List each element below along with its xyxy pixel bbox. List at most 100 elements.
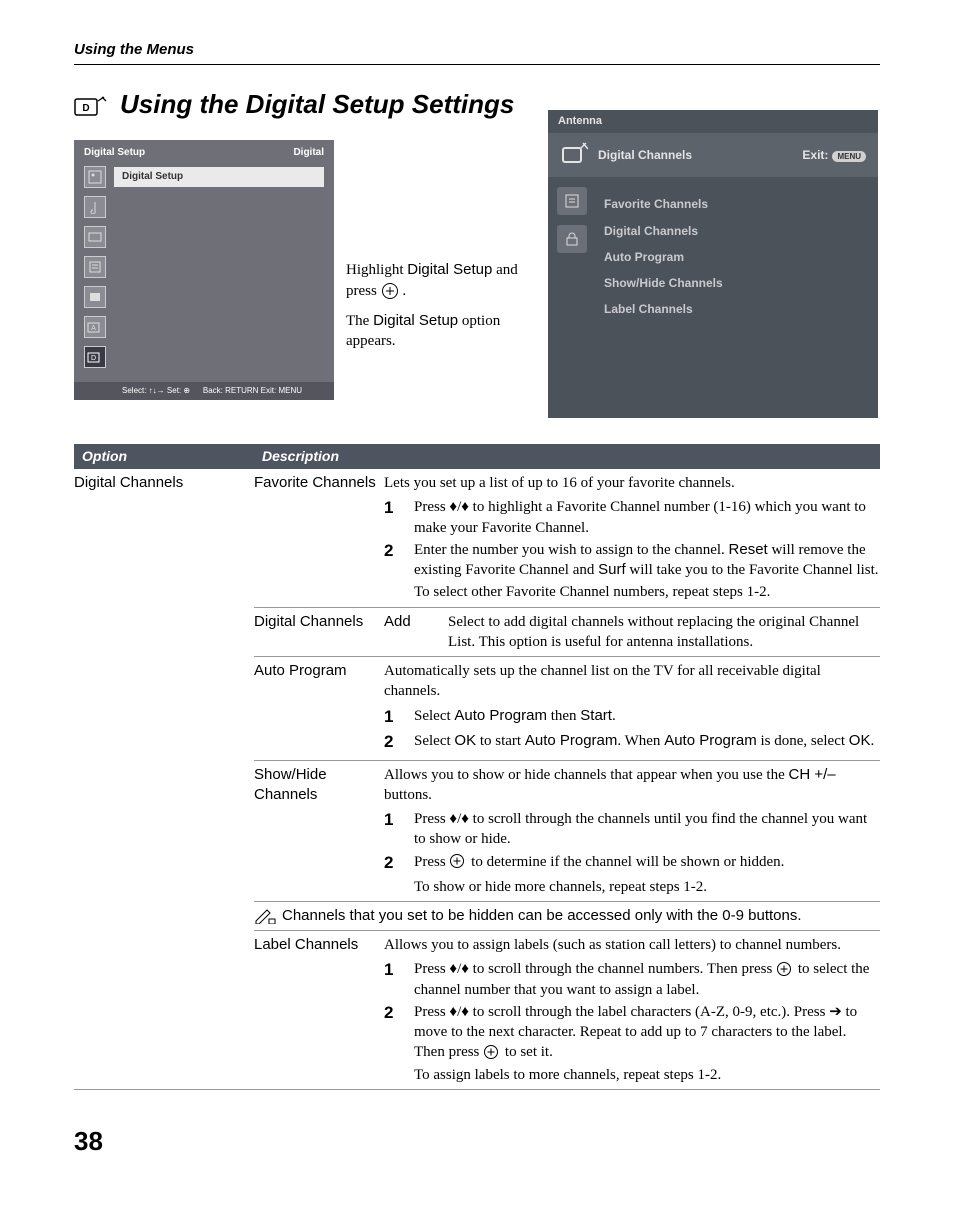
top-illustration-area: Digital Setup Digital Digital Setup A D …	[74, 140, 880, 418]
t: Auto Program	[664, 732, 757, 749]
label-step2: Press ♦/♦ to scroll through the label ch…	[414, 1002, 880, 1063]
osd-icon-sound	[84, 196, 106, 218]
t: Start	[580, 707, 612, 724]
osd-icon-digital: D	[84, 346, 106, 368]
step-num: 1	[384, 959, 400, 1000]
t: Enter the number you wish to assign to t…	[414, 542, 729, 558]
sub-title-digital: Digital Channels	[254, 608, 384, 657]
enter-icon	[381, 282, 399, 300]
antenna-menu-list: Favorite Channels Digital Channels Auto …	[596, 177, 731, 336]
t: .	[870, 733, 874, 749]
t: . When	[617, 733, 664, 749]
digital-setup-osd: Digital Setup Digital Digital Setup A D …	[74, 140, 334, 400]
auto-intro: Automatically sets up the channel list o…	[384, 661, 880, 702]
t: to determine if the channel will be show…	[467, 854, 784, 870]
showhide-step1: Press ♦/♦ to scroll through the channels…	[414, 809, 880, 850]
add-label: Add	[384, 612, 436, 653]
osd-footer-right: Back: RETURN Exit: MENU	[203, 386, 302, 397]
table-header: Option Description	[74, 444, 880, 469]
step-num: 2	[384, 540, 400, 581]
option-spacer	[74, 931, 254, 1089]
t: .	[612, 708, 616, 724]
instr-p1d: .	[399, 283, 407, 299]
section-header: Using the Menus	[74, 40, 880, 65]
t: is done, select	[757, 733, 849, 749]
svg-text:A: A	[91, 325, 96, 332]
favorite-step1: Press ♦/♦ to highlight a Favorite Channe…	[414, 497, 880, 538]
t: Press ♦/♦ to scroll through the label ch…	[414, 1004, 857, 1061]
osd-footer-left: Select: ↑↓→ Set: ⊕	[122, 386, 190, 397]
sub-label-channels: Label Channels Allows you to assign labe…	[254, 931, 880, 1089]
step-num: 1	[384, 809, 400, 850]
svg-text:D: D	[82, 103, 89, 114]
favorite-after: To select other Favorite Channel numbers…	[414, 582, 880, 602]
note-row: Channels that you set to be hidden can b…	[254, 901, 880, 931]
showhide-step2: Press to determine if the channel will b…	[414, 852, 880, 875]
antenna-exit-label: Exit:	[802, 148, 828, 162]
antenna-osd: Antenna Digital Channels Exit: MENU Favor…	[548, 110, 878, 418]
antenna-item-3: Show/Hide Channels	[604, 270, 723, 296]
options-table: Option Description Digital Channels Favo…	[74, 444, 880, 1089]
sub-title-label: Label Channels	[254, 931, 384, 1089]
instr-p2a: The	[346, 313, 373, 329]
antenna-item-4: Label Channels	[604, 296, 723, 322]
instr-p1b: Digital Setup	[407, 261, 492, 278]
antenna-item-1: Digital Channels	[604, 218, 723, 244]
t: to set it.	[501, 1044, 553, 1060]
sub-digital-channels: Digital Channels Add Select to add digit…	[254, 607, 880, 657]
t: Press	[414, 854, 449, 870]
antenna-title-icon	[560, 141, 588, 169]
step-num: 2	[384, 852, 400, 875]
osd-icon-screen	[84, 226, 106, 248]
svg-text:D: D	[91, 355, 96, 362]
instr-p2b: Digital Setup	[373, 312, 458, 329]
enter-icon	[449, 853, 467, 871]
t: Allows you to show or hide channels that…	[384, 767, 789, 783]
label-step1: Press ♦/♦ to scroll through the channel …	[414, 959, 880, 1000]
step-num: 2	[384, 731, 400, 754]
sub-show-hide: Show/Hide Channels Allows you to show or…	[254, 760, 880, 901]
favorite-intro: Lets you set up a list of up to 16 of yo…	[384, 473, 880, 493]
t: then	[547, 708, 580, 724]
showhide-after: To show or hide more channels, repeat st…	[414, 877, 880, 897]
sub-title-favorite: Favorite Channels	[254, 469, 384, 607]
auto-step1: Select Auto Program then Start.	[414, 706, 880, 729]
page-number: 38	[74, 1124, 880, 1159]
osd-highlighted-row: Digital Setup	[114, 167, 324, 187]
osd-icon-channel	[84, 256, 106, 278]
sub-title-auto: Auto Program	[254, 657, 384, 759]
t: will take you to the Favorite Channel li…	[626, 562, 879, 578]
page-title: Using the Digital Setup Settings	[120, 87, 514, 122]
t: Press ♦/♦ to scroll through the channel …	[414, 961, 776, 977]
instr-p1a: Highlight	[346, 262, 407, 278]
enter-icon	[483, 1044, 501, 1062]
t: to start	[476, 733, 525, 749]
enter-icon	[776, 961, 794, 979]
antenna-header: Antenna	[548, 110, 878, 133]
showhide-intro: Allows you to show or hide channels that…	[384, 765, 880, 806]
antenna-item-0: Favorite Channels	[604, 191, 723, 217]
sub-title-showhide: Show/Hide Channels	[254, 761, 384, 901]
auto-step2: Select OK to start Auto Program. When Au…	[414, 731, 880, 754]
osd-icon-analog: A	[84, 316, 106, 338]
surf-label: Surf	[598, 561, 626, 578]
sub-auto-program: Auto Program Automatically sets up the c…	[254, 656, 880, 759]
antenna-sideicon-lock	[557, 225, 587, 253]
antenna-exit: Exit: MENU	[802, 147, 866, 163]
label-intro: Allows you to assign labels (such as sta…	[384, 935, 880, 955]
osd-title-right: Digital	[293, 146, 324, 160]
t: Auto Program	[454, 707, 547, 724]
middle-instruction: Highlight Digital Setup and press . The …	[346, 140, 536, 361]
note-text: Channels that you set to be hidden can b…	[282, 906, 802, 926]
osd-icon-picture	[84, 166, 106, 188]
t: Select	[414, 733, 454, 749]
t: OK	[454, 732, 476, 749]
osd-icon-parent	[84, 286, 106, 308]
antenna-title: Digital Channels	[598, 147, 692, 163]
t: buttons.	[384, 787, 432, 803]
menu-badge: MENU	[832, 151, 866, 162]
reset-label: Reset	[729, 541, 768, 558]
osd-title-left: Digital Setup	[84, 146, 145, 160]
sub-favorite-channels: Favorite Channels Lets you set up a list…	[254, 469, 880, 607]
option-digital-channels: Digital Channels	[74, 469, 254, 901]
